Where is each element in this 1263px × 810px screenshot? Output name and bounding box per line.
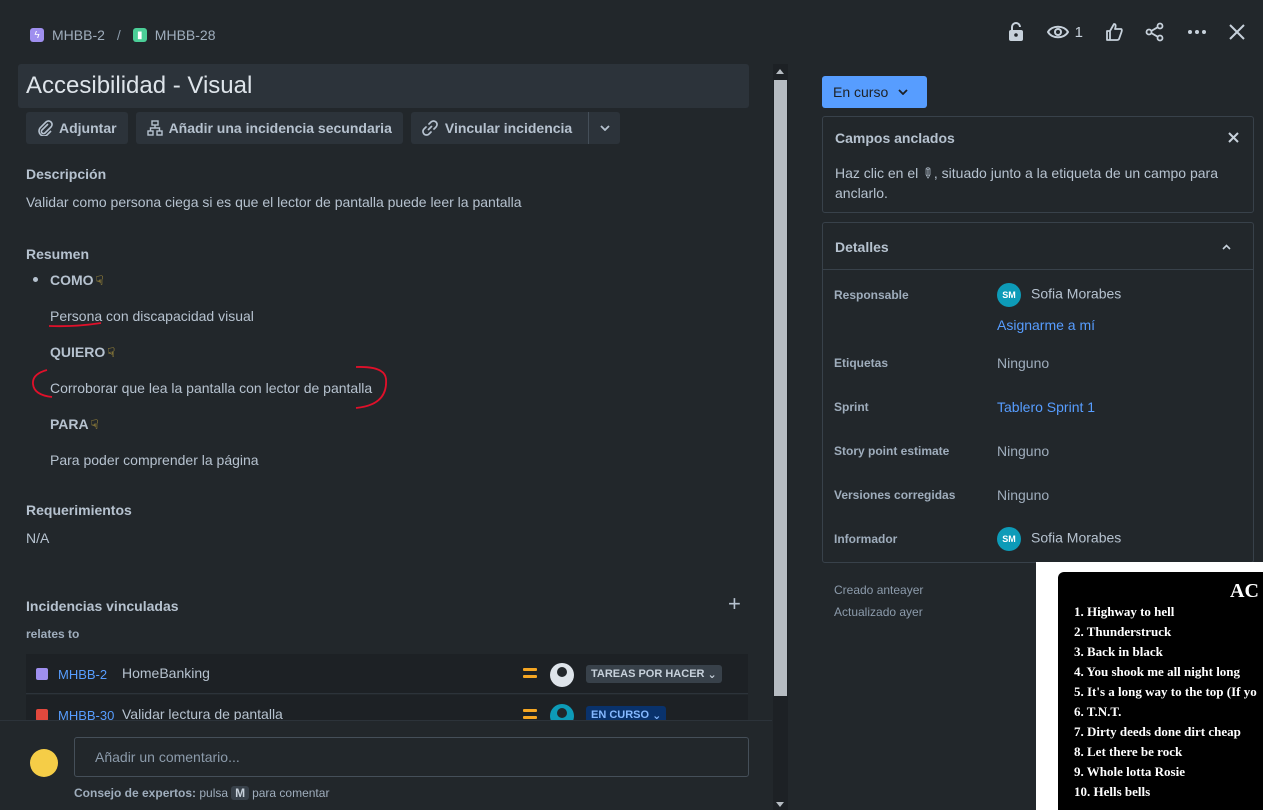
reporter-value[interactable]: SM Sofia Morabes (997, 527, 1121, 551)
user-avatar (30, 749, 58, 777)
setlist-card: AC 1. Highway to hell 2. Thunderstruck 3… (1058, 572, 1263, 810)
breadcrumb-parent-link[interactable]: MHBB-2 (52, 27, 105, 43)
setlist-song: 9. Whole lotta Rosie (1074, 764, 1185, 779)
setlist-song: 2. Thunderstruck (1074, 624, 1172, 639)
status-dropdown-button[interactable]: En curso (822, 76, 927, 108)
priority-medium-icon (523, 709, 537, 720)
scroll-down-arrow[interactable] (776, 802, 784, 807)
eye-icon (1046, 25, 1069, 39)
assign-to-me-link[interactable]: Asignarme a mí (997, 317, 1095, 333)
setlist-song: 4. You shook me all night long (1074, 664, 1241, 679)
avatar: SM (997, 527, 1021, 551)
linked-issue-row[interactable]: MHBB-2 HomeBanking TAREAS POR HACER ⌄ (26, 654, 748, 694)
assignee-avatar (550, 704, 574, 720)
scroll-up-arrow[interactable] (776, 69, 784, 74)
status-label: En curso (833, 84, 889, 100)
red-annotation-marks (32, 322, 387, 409)
priority-medium-icon (523, 668, 537, 682)
comment-input[interactable]: Añadir un comentario... (74, 737, 749, 777)
close-button[interactable] (1229, 24, 1245, 40)
close-icon (1229, 24, 1245, 40)
setlist-image: AC 1. Highway to hell 2. Thunderstruck 3… (1036, 562, 1263, 810)
setlist-title: AC (1230, 580, 1259, 602)
avatar: SM (997, 283, 1021, 307)
close-icon[interactable] (1228, 132, 1239, 143)
issue-header: ϟ MHBB-2 / ▮ MHBB-28 1 (0, 0, 1263, 64)
lock-icon (1008, 22, 1023, 41)
status-lozenge[interactable]: TAREAS POR HACER ⌄ (586, 665, 722, 683)
pinned-fields-help: Haz clic en el ✎, situado junto a la eti… (835, 163, 1218, 201)
status-lozenge[interactable]: EN CURSO ⌄ (586, 706, 667, 721)
linked-issue-key[interactable]: MHBB-30 (58, 708, 114, 720)
vote-button[interactable] (1105, 23, 1123, 41)
breadcrumb-separator: / (116, 27, 121, 43)
scrollbar[interactable] (773, 64, 788, 810)
share-button[interactable] (1145, 22, 1165, 42)
assignee-value[interactable]: SM Sofia Morabes (997, 283, 1121, 307)
more-actions-button[interactable] (1187, 29, 1207, 35)
issue-actions: 1 (1007, 22, 1245, 42)
linked-issue-summary[interactable]: HomeBanking (122, 665, 210, 681)
details-panel: Detalles (822, 222, 1254, 563)
chevron-up-icon[interactable] (1222, 244, 1231, 250)
comment-tip: Consejo de expertos: pulsa Mpara comentar (74, 786, 330, 800)
setlist-song: 10. Hells bells (1074, 784, 1151, 799)
story-icon: ▮ (132, 28, 147, 42)
relation-label: relates to (26, 627, 80, 641)
setlist-song: 5. It's a long way to the top (If yo (1074, 684, 1257, 699)
share-icon (1145, 22, 1164, 42)
fix-versions-label: Versiones corregidas (834, 488, 956, 502)
updated-date: Actualizado ayer (834, 605, 923, 619)
unassigned-avatar (550, 663, 574, 687)
requirements-text: N/A (26, 530, 50, 546)
comment-bar: Añadir un comentario... Consejo de exper… (0, 720, 772, 810)
setlist-song: 3. Back in black (1074, 644, 1163, 659)
linked-issues-heading: Incidencias vinculadas (26, 598, 179, 614)
para-text: Para poder comprender la página (50, 452, 259, 468)
requirements-heading: Requerimientos (26, 502, 132, 518)
labels-label: Etiquetas (834, 356, 889, 370)
pinned-fields-panel: Campos anclados Haz clic en el ✎, situad… (822, 116, 1254, 213)
created-date: Creado anteayer (834, 583, 924, 597)
setlist-song: 1. Highway to hell (1074, 604, 1175, 619)
fix-versions-value[interactable]: Ninguno (997, 487, 1049, 503)
keyboard-shortcut: M (231, 786, 250, 800)
lock-button[interactable] (1007, 22, 1025, 42)
story-points-label: Story point estimate (834, 444, 950, 458)
scrollbar-thumb[interactable] (774, 80, 787, 696)
setlist-song: 7. Dirty deeds done dirt cheap (1074, 724, 1241, 739)
reporter-label: Informador (834, 532, 898, 546)
more-icon (1188, 30, 1206, 34)
epic-icon: ϟ (30, 28, 44, 42)
labels-value[interactable]: Ninguno (997, 355, 1049, 371)
epic-icon (36, 668, 48, 680)
setlist-song: 8. Let there be rock (1074, 744, 1183, 759)
assignee-label: Responsable (834, 288, 909, 302)
bug-icon (36, 709, 48, 720)
sprint-label: Sprint (834, 400, 869, 414)
watchers-count: 1 (1074, 23, 1083, 41)
thumbs-up-icon (1106, 23, 1123, 41)
breadcrumb-issue-link[interactable]: MHBB-28 (155, 27, 216, 43)
linked-issue-key[interactable]: MHBB-2 (58, 667, 107, 682)
story-points-value[interactable]: Ninguno (997, 443, 1049, 459)
pinned-fields-heading: Campos anclados (835, 130, 955, 146)
breadcrumb: ϟ MHBB-2 / ▮ MHBB-28 (30, 27, 215, 43)
chevron-down-icon: ⌄ (707, 668, 717, 681)
linked-issue-row[interactable]: MHBB-30 Validar lectura de pantalla EN C… (26, 695, 748, 720)
add-linked-issue-button[interactable]: + (728, 593, 741, 615)
chevron-down-icon (898, 89, 908, 95)
details-heading: Detalles (835, 239, 889, 255)
sprint-value[interactable]: Tablero Sprint 1 (997, 399, 1095, 415)
divider (823, 269, 1253, 270)
linked-issue-summary[interactable]: Validar lectura de pantalla (122, 706, 283, 720)
chevron-down-icon: ⌄ (652, 709, 662, 721)
watch-button[interactable]: 1 (1046, 23, 1083, 41)
issue-main-content: Accesibilidad - Visual Adjuntar Añadir u… (0, 64, 772, 720)
setlist-song: 6. T.N.T. (1074, 704, 1122, 719)
